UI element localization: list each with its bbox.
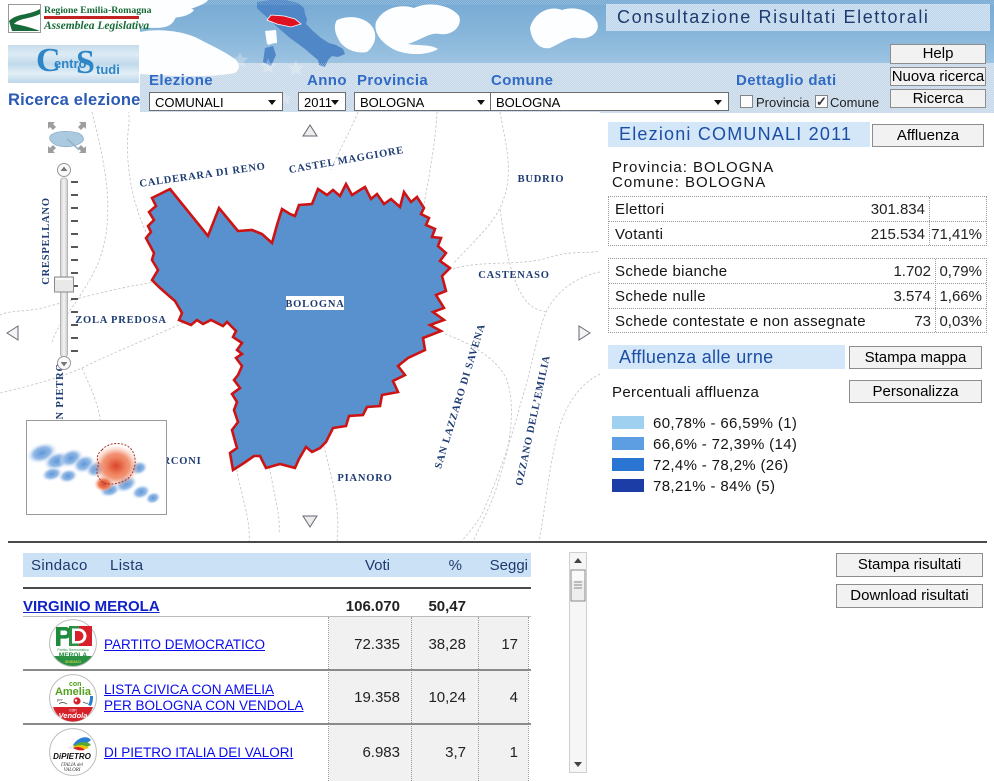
svg-text:BOLOGNA: BOLOGNA [285,299,344,310]
svg-text:CRESPELLANO: CRESPELLANO [41,197,52,285]
svg-text:BUDRIO: BUDRIO [518,174,565,185]
svg-text:CASTENASO: CASTENASO [478,270,549,281]
svg-text:Vendola: Vendola [59,711,88,720]
svg-text:SINDACO: SINDACO [65,660,81,664]
svg-text:VALORI: VALORI [64,768,81,773]
svg-text:PIANORO: PIANORO [337,473,392,484]
svg-text:N PIETRO: N PIETRO [55,363,66,420]
svg-text:RCONI: RCONI [162,456,201,467]
svg-text:per: per [56,697,63,702]
svg-text:ZOLA PREDOSA: ZOLA PREDOSA [75,315,167,326]
svg-text:DiPIETRO: DiPIETRO [53,752,92,761]
